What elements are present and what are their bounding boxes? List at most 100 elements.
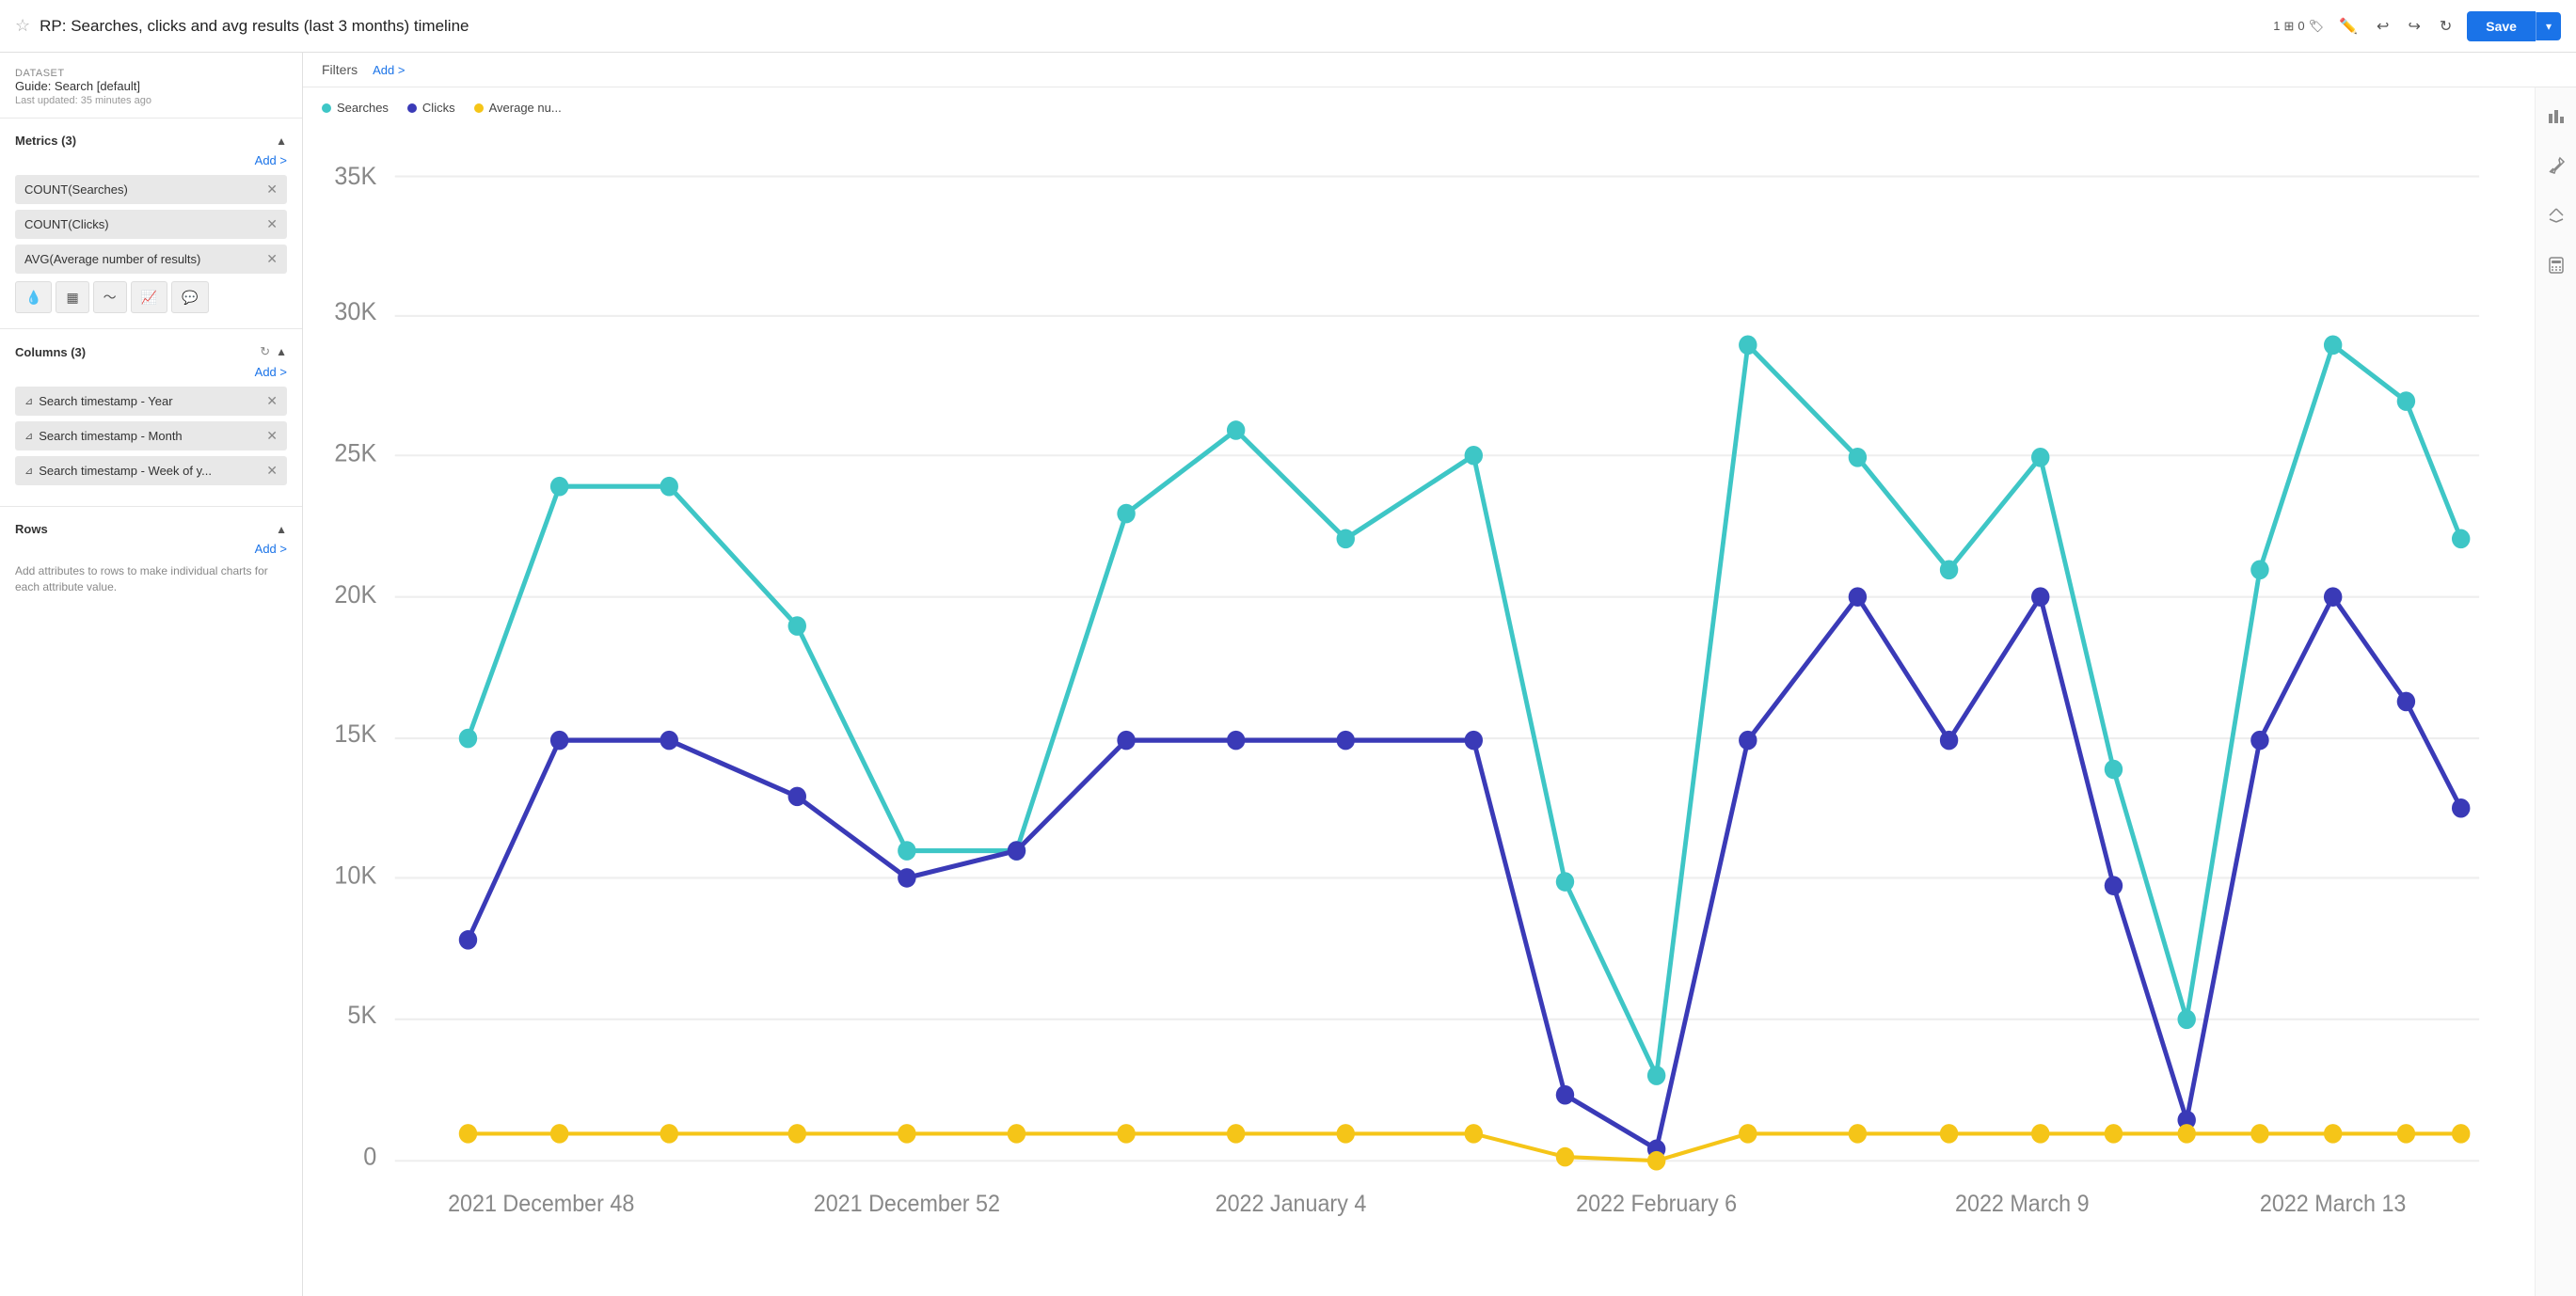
rows-add-link[interactable]: Add > [15,542,287,556]
legend: Searches Clicks Average nu... [322,97,2516,119]
searches-dot [1647,1066,1665,1085]
main-layout: Dataset Guide: Search [default] Last upd… [0,53,2576,1296]
column-remove-week[interactable]: ✕ [266,463,278,479]
star-icon[interactable]: ☆ [15,16,30,36]
chart-area: Filters Add > Searches Clicks [303,53,2576,1296]
columns-chevron[interactable]: ▲ [276,345,287,358]
clicks-dot [2031,587,2049,607]
searches-dot [1117,504,1135,524]
edit-button[interactable]: ✏️ [2335,13,2361,40]
columns-add-link[interactable]: Add > [15,365,287,379]
clicks-dot [1117,731,1135,751]
filters-label: Filters [322,62,358,77]
legend-item-avg: Average nu... [474,101,562,115]
panel-calculator-button[interactable] [2543,252,2569,283]
column-item-month[interactable]: ⊿ Search timestamp - Month ✕ [15,421,287,450]
header-right: 1 ⊞ 0 🏷 ✏️ ↩ ↪ ↻ Save ▾ [2273,11,2561,41]
searches-dot [1337,529,1355,549]
column-year-left: ⊿ Search timestamp - Year [24,394,173,408]
avg-dot [660,1124,678,1144]
avg-dot [1739,1124,1757,1144]
avg-dot [1227,1124,1245,1144]
metric-remove-clicks[interactable]: ✕ [266,216,278,232]
searches-dot [788,616,806,636]
page-title: RP: Searches, clicks and avg results (la… [40,17,469,36]
column-item-year[interactable]: ⊿ Search timestamp - Year ✕ [15,387,287,416]
viz-btn-wave[interactable]: 〜 [93,281,127,313]
metrics-add-link[interactable]: Add > [15,153,287,167]
bar-chart-icon [2547,106,2566,125]
column-remove-year[interactable]: ✕ [266,393,278,409]
avg-dot [1337,1124,1355,1144]
chart-svg-wrapper: 35K 30K 25K 20K 15K 10K 5K 0 [322,126,2516,1250]
metric-remove-avg[interactable]: ✕ [266,251,278,267]
metric-item-searches[interactable]: COUNT(Searches) ✕ [15,175,287,204]
metrics-title: Metrics (3) [15,134,76,148]
undo-button[interactable]: ↩ [2373,13,2393,40]
clicks-dot [1465,731,1483,751]
viz-btn-bar[interactable]: ▦ [56,281,88,313]
app-container: ☆ RP: Searches, clicks and avg results (… [0,0,2576,1296]
rows-header: Rows ▲ [15,522,287,536]
svg-text:25K: 25K [334,438,377,467]
calculator-icon [2547,256,2566,275]
legend-label-clicks: Clicks [422,101,455,115]
header: ☆ RP: Searches, clicks and avg results (… [0,0,2576,53]
viz-btn-drop[interactable]: 💧 [15,281,52,313]
searches-dot [2177,1010,2195,1030]
searches-dot [1227,420,1245,440]
legend-item-searches: Searches [322,101,389,115]
legend-dot-avg [474,103,484,113]
searches-dot [459,729,477,749]
add-filter-link[interactable]: Add > [373,63,405,77]
metric-item-avg[interactable]: AVG(Average number of results) ✕ [15,245,287,274]
redo-button[interactable]: ↪ [2404,13,2424,40]
chart-right-panel [2535,87,2576,1296]
panel-sort-button[interactable] [2543,202,2569,233]
columns-refresh-icon[interactable]: ↻ [260,344,270,359]
clicks-dot [1227,731,1245,751]
searches-dot [660,477,678,497]
avg-dot [1647,1151,1665,1171]
clicks-dot [1849,587,1867,607]
avg-dot [788,1124,806,1144]
clicks-dot [1739,731,1757,751]
refresh-button[interactable]: ↻ [2436,13,2456,40]
panel-eyedropper-button[interactable] [2543,152,2569,183]
chart-main: Searches Clicks Average nu... [303,87,2535,1296]
avg-dot [459,1124,477,1144]
save-button[interactable]: Save [2467,11,2536,41]
svg-text:0: 0 [363,1142,376,1171]
clicks-dot [2324,587,2342,607]
avg-dot [1940,1124,1958,1144]
metric-remove-searches[interactable]: ✕ [266,182,278,198]
dataset-info: Dataset Guide: Search [default] Last upd… [0,64,302,119]
row-count-badge: 1 ⊞ 0 🏷 [2273,19,2324,34]
svg-text:10K: 10K [334,861,377,890]
column-item-week[interactable]: ⊿ Search timestamp - Week of y... ✕ [15,456,287,485]
panel-bar-chart-button[interactable] [2543,103,2569,134]
column-label-year: Search timestamp - Year [39,394,172,408]
metric-item-clicks[interactable]: COUNT(Clicks) ✕ [15,210,287,239]
svg-text:2022 January 4: 2022 January 4 [1216,1191,1367,1217]
column-label-month: Search timestamp - Month [39,429,182,443]
clicks-dot [459,930,477,950]
avg-dot [2031,1124,2049,1144]
save-dropdown-button[interactable]: ▾ [2536,12,2561,40]
legend-label-avg: Average nu... [489,101,562,115]
tag-icon: 🏷 [2309,19,2325,34]
clicks-dot [2452,798,2470,818]
svg-text:2022 February 6: 2022 February 6 [1576,1191,1737,1217]
row-count-icon: ⊞ [2283,19,2294,34]
column-remove-month[interactable]: ✕ [266,428,278,444]
rows-chevron[interactable]: ▲ [276,523,287,536]
viz-btn-chart[interactable]: 📈 [131,281,167,313]
svg-text:30K: 30K [334,296,377,325]
sort-icon [2547,206,2566,225]
row-count-number: 1 [2273,19,2280,33]
viz-btn-msg[interactable]: 💬 [171,281,208,313]
dataset-label: Dataset [15,68,287,79]
svg-text:5K: 5K [347,1000,377,1029]
metrics-chevron[interactable]: ▲ [276,134,287,148]
svg-text:2021 December 52: 2021 December 52 [814,1191,1000,1217]
